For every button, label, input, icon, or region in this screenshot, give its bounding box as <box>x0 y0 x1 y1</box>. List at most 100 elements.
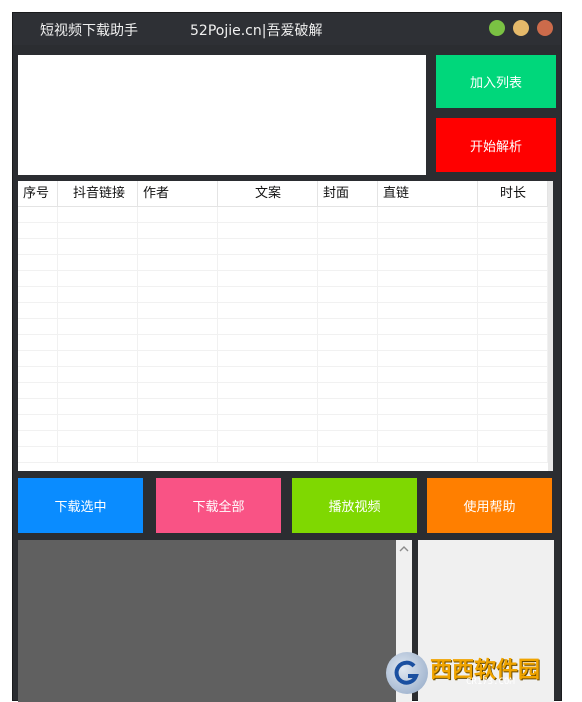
table-cell <box>138 335 218 351</box>
log-output[interactable] <box>18 540 412 702</box>
table-row[interactable] <box>18 367 548 383</box>
site-title: 52Pojie.cn|吾爱破解 <box>190 23 323 39</box>
table-cell <box>478 415 548 431</box>
table-cell <box>18 399 58 415</box>
video-table[interactable]: 序号 抖音链接 作者 文案 封面 直链 时长 <box>18 181 553 471</box>
table-cell <box>378 399 478 415</box>
table-row[interactable] <box>18 239 548 255</box>
table-body <box>18 207 548 471</box>
table-cell <box>58 399 138 415</box>
table-cell <box>378 239 478 255</box>
table-cell <box>138 255 218 271</box>
table-row[interactable] <box>18 351 548 367</box>
table-cell <box>218 223 318 239</box>
table-cell <box>378 303 478 319</box>
table-row[interactable] <box>18 255 548 271</box>
table-cell <box>138 287 218 303</box>
table-cell <box>58 319 138 335</box>
table-cell <box>138 271 218 287</box>
start-parse-button[interactable]: 开始解析 <box>436 118 556 172</box>
maximize-button[interactable] <box>513 20 529 36</box>
table-cell <box>478 383 548 399</box>
table-cell <box>218 431 318 447</box>
table-cell <box>478 239 548 255</box>
watermark-subtext: CR173.COM <box>466 677 515 687</box>
table-cell <box>318 383 378 399</box>
url-input-area[interactable] <box>18 55 426 175</box>
table-row[interactable] <box>18 399 548 415</box>
table-cell <box>218 367 318 383</box>
help-button[interactable]: 使用帮助 <box>427 478 552 533</box>
table-cell <box>18 223 58 239</box>
table-cell <box>138 303 218 319</box>
add-to-list-button[interactable]: 加入列表 <box>436 55 556 108</box>
table-cell <box>218 447 318 463</box>
table-cell <box>318 335 378 351</box>
table-cell <box>58 271 138 287</box>
table-row[interactable] <box>18 319 548 335</box>
table-cell <box>58 287 138 303</box>
watermark-logo-icon <box>386 652 428 694</box>
table-cell <box>218 351 318 367</box>
table-row[interactable] <box>18 271 548 287</box>
table-row[interactable] <box>18 287 548 303</box>
table-cell <box>18 287 58 303</box>
table-cell <box>58 239 138 255</box>
table-cell <box>378 319 478 335</box>
table-cell <box>478 399 548 415</box>
title-bar[interactable]: 短视频下载助手 52Pojie.cn|吾爱破解 <box>13 13 561 45</box>
table-cell <box>318 431 378 447</box>
table-cell <box>478 431 548 447</box>
table-row[interactable] <box>18 431 548 447</box>
table-cell <box>478 207 548 223</box>
column-header-index[interactable]: 序号 <box>18 181 58 206</box>
table-cell <box>138 415 218 431</box>
scroll-up-arrow-icon[interactable] <box>396 542 412 556</box>
table-cell <box>318 255 378 271</box>
table-row[interactable] <box>18 223 548 239</box>
download-selected-button[interactable]: 下载选中 <box>18 478 143 533</box>
table-cell <box>378 287 478 303</box>
table-row[interactable] <box>18 415 548 431</box>
table-cell <box>18 335 58 351</box>
column-header-author[interactable]: 作者 <box>138 181 218 206</box>
table-cell <box>378 431 478 447</box>
download-all-button[interactable]: 下载全部 <box>156 478 281 533</box>
table-cell <box>478 335 548 351</box>
column-header-cover[interactable]: 封面 <box>318 181 378 206</box>
table-scrollbar[interactable] <box>548 181 553 471</box>
table-cell <box>138 383 218 399</box>
table-cell <box>218 239 318 255</box>
table-row[interactable] <box>18 207 548 223</box>
table-cell <box>318 303 378 319</box>
table-cell <box>218 383 318 399</box>
column-header-caption[interactable]: 文案 <box>218 181 318 206</box>
table-cell <box>478 223 548 239</box>
close-button[interactable] <box>537 20 553 36</box>
table-cell <box>58 415 138 431</box>
table-cell <box>218 303 318 319</box>
table-cell <box>218 287 318 303</box>
column-header-direct-link[interactable]: 直链 <box>378 181 478 206</box>
table-cell <box>18 303 58 319</box>
table-cell <box>318 207 378 223</box>
table-cell <box>18 367 58 383</box>
table-cell <box>58 303 138 319</box>
table-cell <box>318 415 378 431</box>
table-row[interactable] <box>18 447 548 463</box>
table-row[interactable] <box>18 303 548 319</box>
table-cell <box>58 255 138 271</box>
table-row[interactable] <box>18 335 548 351</box>
table-cell <box>58 431 138 447</box>
table-cell <box>138 207 218 223</box>
table-cell <box>58 207 138 223</box>
table-cell <box>218 415 318 431</box>
column-header-duration[interactable]: 时长 <box>478 181 548 206</box>
minimize-button[interactable] <box>489 20 505 36</box>
table-cell <box>218 319 318 335</box>
table-row[interactable] <box>18 383 548 399</box>
column-header-link[interactable]: 抖音链接 <box>58 181 138 206</box>
table-cell <box>18 239 58 255</box>
play-video-button[interactable]: 播放视频 <box>292 478 417 533</box>
table-cell <box>18 351 58 367</box>
